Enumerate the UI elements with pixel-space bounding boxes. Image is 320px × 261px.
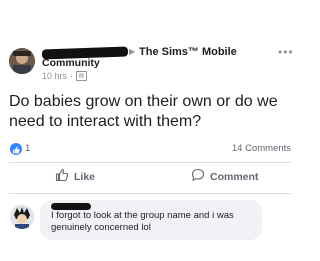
comment: I forgot to look at the group name and i…	[0, 200, 300, 240]
like-count[interactable]: 1	[25, 143, 30, 154]
comment-text: I forgot to look at the group name and i…	[51, 210, 234, 233]
author-avatar[interactable]	[9, 48, 35, 74]
author-name-suffix[interactable]: Community	[42, 57, 100, 69]
post-actions: Like Comment	[0, 168, 300, 188]
arrow-right-icon: ▶	[129, 47, 136, 56]
commenter-name-redacted	[51, 203, 91, 210]
meta-separator: ·	[70, 71, 74, 81]
divider	[9, 162, 291, 163]
thumbs-up-icon	[55, 168, 69, 185]
more-options-icon[interactable]: •••	[278, 45, 294, 59]
like-reaction-icon[interactable]	[10, 143, 22, 155]
comment-button[interactable]: Comment	[191, 168, 258, 185]
post-meta: 10 hrs · ▤	[42, 71, 88, 81]
like-label: Like	[74, 170, 96, 183]
comment-bubble: I forgot to look at the group name and i…	[40, 200, 262, 240]
post-time[interactable]: 10 hrs	[42, 71, 67, 81]
group-name-link[interactable]: The Sims™ Mobile	[139, 46, 237, 58]
comment-count[interactable]: 14 Comments	[232, 143, 291, 154]
comment-label: Comment	[210, 170, 259, 183]
divider	[9, 193, 291, 194]
comment-bubble-icon	[191, 168, 205, 185]
like-button[interactable]: Like	[55, 168, 95, 185]
post-text: Do babies grow on their own or do we nee…	[9, 93, 278, 130]
commenter-avatar[interactable]	[10, 205, 34, 229]
post-stats: 1 14 Comments	[0, 141, 300, 157]
group-audience-icon: ▤	[76, 71, 88, 81]
post-header: ▶ The Sims™ Mobile ••• Community 10 hrs …	[0, 44, 300, 88]
